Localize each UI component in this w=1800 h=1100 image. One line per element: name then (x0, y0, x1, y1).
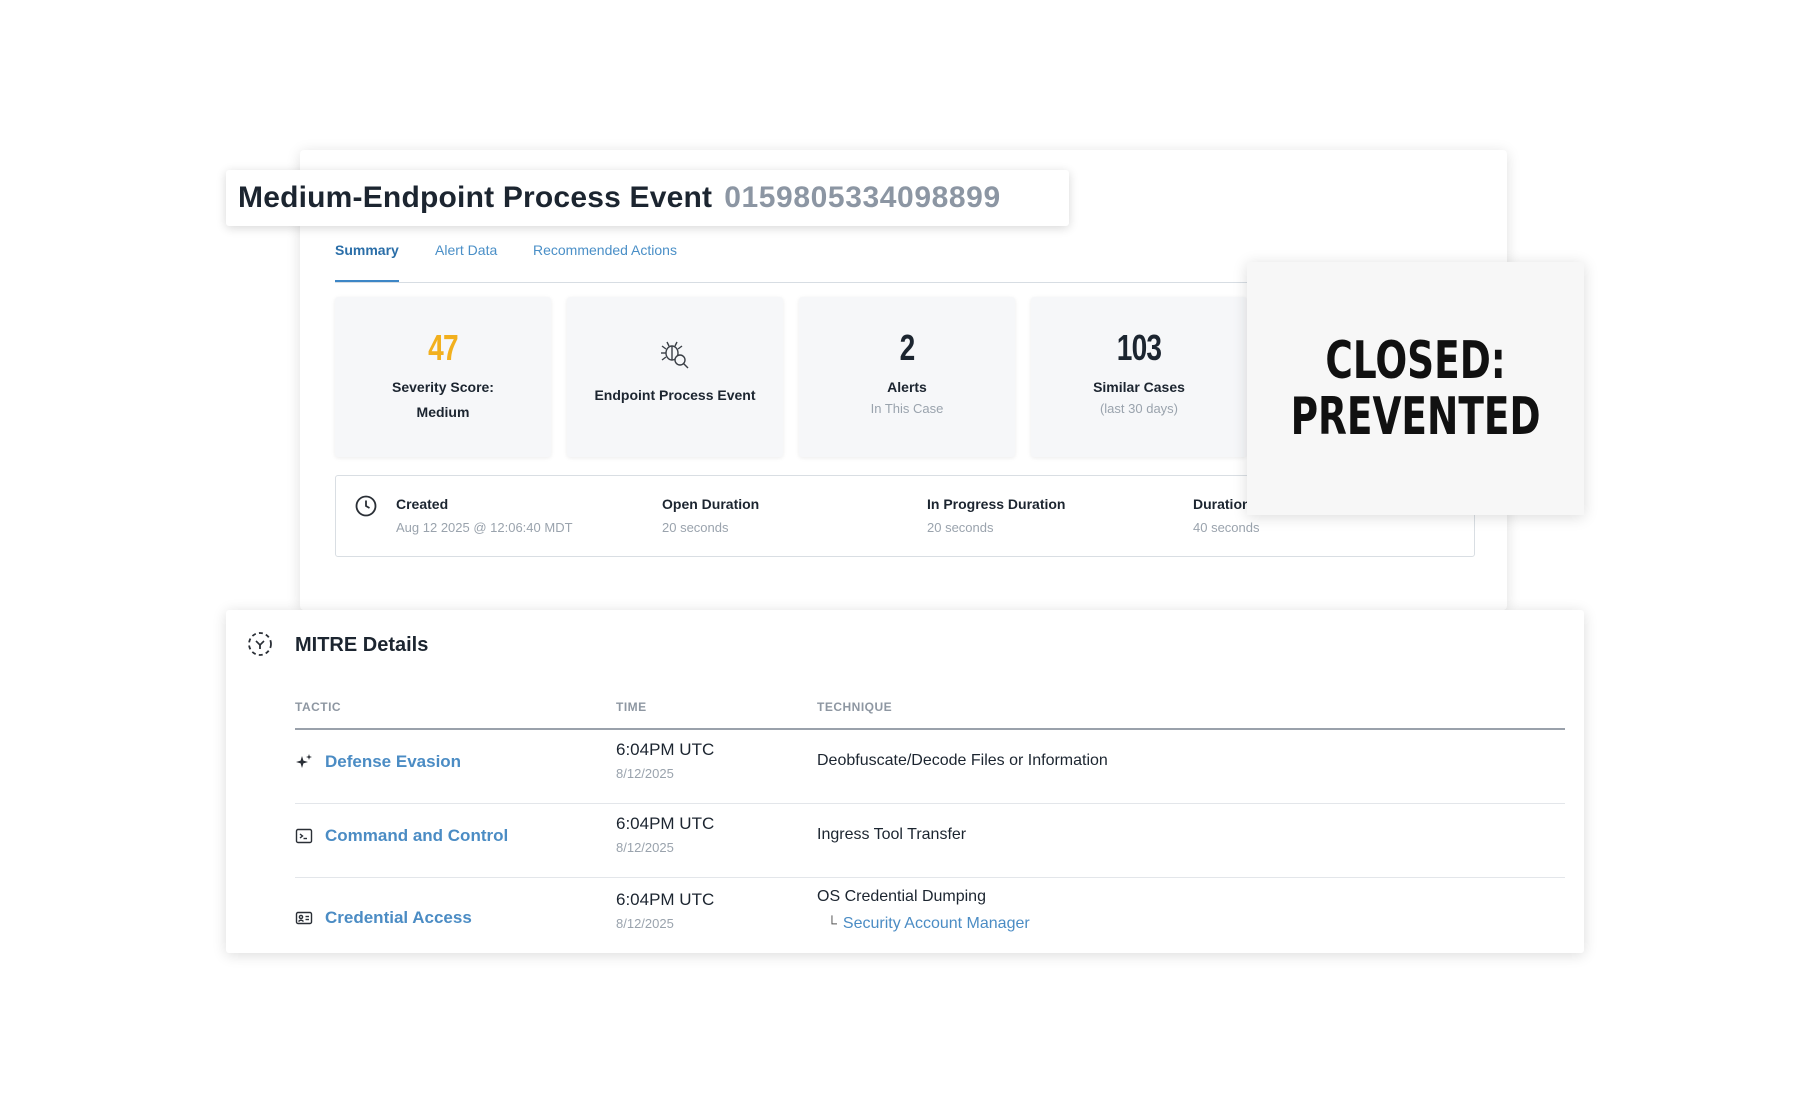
case-status-overlay: CLOSED: PREVENTED (1247, 262, 1584, 515)
row-date: 8/12/2025 (616, 840, 674, 855)
row-time: 6:04PM UTC (616, 890, 715, 909)
row-sub-technique: └ Security Account Manager (827, 915, 1030, 933)
tab-alert-data[interactable]: Alert Data (435, 240, 497, 280)
mitre-row: Credential Access 6:04PM UTC 8/12/2025 O… (295, 878, 1565, 952)
case-title-bar: Medium-Endpoint Process Event 0159805334… (226, 170, 1069, 226)
severity-score-value: 47 (428, 327, 458, 368)
tactic-link-defense-evasion[interactable]: Defense Evasion (325, 752, 461, 772)
similar-cases-count: 103 (1116, 327, 1162, 368)
status-line-2: PREVENTED (1290, 386, 1541, 447)
status-line-1: CLOSED: (1325, 330, 1506, 391)
similar-cases-card[interactable]: 103 Similar Cases (last 30 days) (1031, 297, 1247, 457)
tactic-link-credential-access[interactable]: Credential Access (325, 908, 472, 928)
row-time: 6:04PM UTC (616, 740, 715, 759)
row-technique: Deobfuscate/Decode Files or Information (817, 752, 1108, 769)
in-progress-duration-label: In Progress Duration (927, 496, 1066, 512)
case-status-text: CLOSED: PREVENTED (1291, 333, 1541, 445)
column-header-tactic: TACTIC (295, 700, 342, 714)
open-duration-field: Open Duration 20 seconds (662, 496, 759, 535)
case-id: 0159805334098899 (724, 181, 1001, 214)
terminal-icon (295, 827, 313, 845)
sub-technique-elbow-icon: └ (827, 915, 837, 931)
alerts-count: 2 (899, 327, 916, 368)
mitre-row: Command and Control 6:04PM UTC 8/12/2025… (295, 804, 1565, 878)
severity-score-card: 47 Severity Score: Medium (335, 297, 551, 457)
duration-value: 40 seconds (1193, 520, 1260, 535)
event-type-card: Endpoint Process Event (567, 297, 783, 457)
row-date: 8/12/2025 (616, 916, 674, 931)
sub-technique-link[interactable]: Security Account Manager (843, 915, 1030, 932)
similar-cases-sub: (last 30 days) (1099, 401, 1179, 416)
tab-summary[interactable]: Summary (335, 240, 399, 282)
tactic-link-command-and-control[interactable]: Command and Control (325, 826, 508, 846)
in-progress-duration-field: In Progress Duration 20 seconds (927, 496, 1065, 535)
tactic-cell: Command and Control (295, 826, 508, 846)
id-card-icon (295, 909, 313, 927)
alerts-label: Alerts (887, 379, 927, 395)
column-header-time: TIME (616, 700, 647, 714)
open-duration-value: 20 seconds (662, 520, 729, 535)
alerts-sub: In This Case (870, 401, 944, 416)
bug-search-icon (658, 337, 692, 371)
column-header-technique: TECHNIQUE (817, 700, 893, 714)
created-field: Created Aug 12 2025 @ 12:06:40 MDT (396, 496, 573, 535)
open-duration-label: Open Duration (662, 496, 760, 512)
case-title: Medium-Endpoint Process Event (238, 181, 713, 214)
clock-icon (354, 494, 378, 518)
tactic-cell: Defense Evasion (295, 752, 461, 772)
row-date: 8/12/2025 (616, 766, 674, 781)
tab-recommended-actions[interactable]: Recommended Actions (533, 240, 677, 280)
tactic-cell: Credential Access (295, 908, 472, 928)
alerts-card[interactable]: 2 Alerts In This Case (799, 297, 1015, 457)
mitre-target-icon (246, 630, 274, 658)
created-value: Aug 12 2025 @ 12:06:40 MDT (396, 520, 573, 535)
mitre-row: Defense Evasion 6:04PM UTC 8/12/2025 Deo… (295, 730, 1565, 804)
row-technique: Ingress Tool Transfer (817, 826, 967, 843)
similar-cases-label: Similar Cases (1093, 379, 1185, 395)
in-progress-duration-value: 20 seconds (927, 520, 994, 535)
row-time: 6:04PM UTC (616, 814, 715, 833)
sparkle-icon (295, 753, 313, 771)
created-label: Created (396, 496, 449, 512)
row-technique: OS Credential Dumping (817, 888, 986, 905)
mitre-details-panel: MITRE Details TACTIC TIME TECHNIQUE Defe… (226, 610, 1584, 953)
event-type-label: Endpoint Process Event (594, 387, 756, 403)
severity-score-label: Severity Score: Medium (392, 379, 494, 420)
mitre-title: MITRE Details (295, 634, 429, 656)
